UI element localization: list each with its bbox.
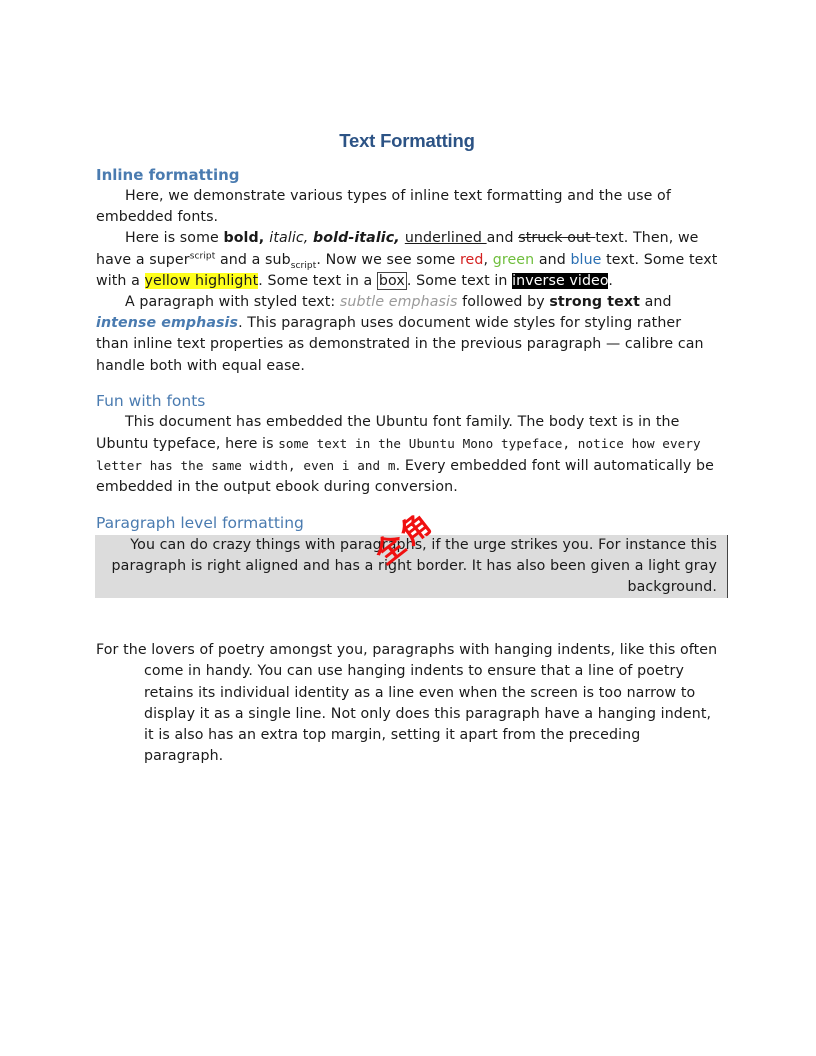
paragraph-intro: Here, we demonstrate various types of in… [96,188,671,226]
heading-inline-formatting: Inline formatting [96,166,240,184]
text-run: , [483,251,493,268]
subtle-emphasis-text: subtle emphasis [339,294,458,311]
text-run: . Some text in a [258,272,377,289]
paragraph-styled-text: A paragraph with styled text: subtle emp… [96,292,718,377]
text-run: , [303,230,314,247]
strong-text: strong text [549,294,640,311]
underlined-text: underlined [404,230,487,247]
boxed-text: box [376,271,407,290]
text-run: and [639,294,672,311]
text-run: . Now we see some [316,251,460,268]
paragraph-hanging-indent: For the lovers of poetry amongst you, pa… [96,642,718,765]
intense-emphasis-text: intense emphasis [96,315,239,332]
subscript-text: script [290,260,317,271]
text-run: . Some text in [406,272,513,289]
text-run: and [486,230,519,247]
text-run: . [608,272,614,289]
bold-italic-text: bold-italic [313,230,395,247]
struck-text: struck out [518,230,596,247]
superscript-text: script [189,250,216,261]
text-run: Here is some [125,230,224,247]
highlighted-text: yellow highlight [144,272,259,289]
document-page: Text Formatting Inline formatting Here, … [95,120,728,767]
green-text: green [492,251,535,268]
text-run: followed by [457,294,550,311]
text-run: and a sub [215,251,291,268]
text-run: , [394,230,405,247]
text-run: A paragraph with styled text: [125,294,340,311]
text-run: , [258,230,270,247]
bold-text: bold [223,230,259,247]
red-text: red [459,251,484,268]
italic-text: italic [269,230,304,247]
blue-text: blue [570,251,602,268]
heading-fun-with-fonts: Fun with fonts [96,391,206,410]
text-run: and [534,251,571,268]
paragraph-inline-styles: Here is some bold, italic, bold-italic, … [96,228,718,292]
paragraph-fonts: This document has embedded the Ubuntu fo… [96,412,718,499]
inverse-video-text: inverse video [512,272,609,289]
document-title: Text Formatting [339,130,475,151]
